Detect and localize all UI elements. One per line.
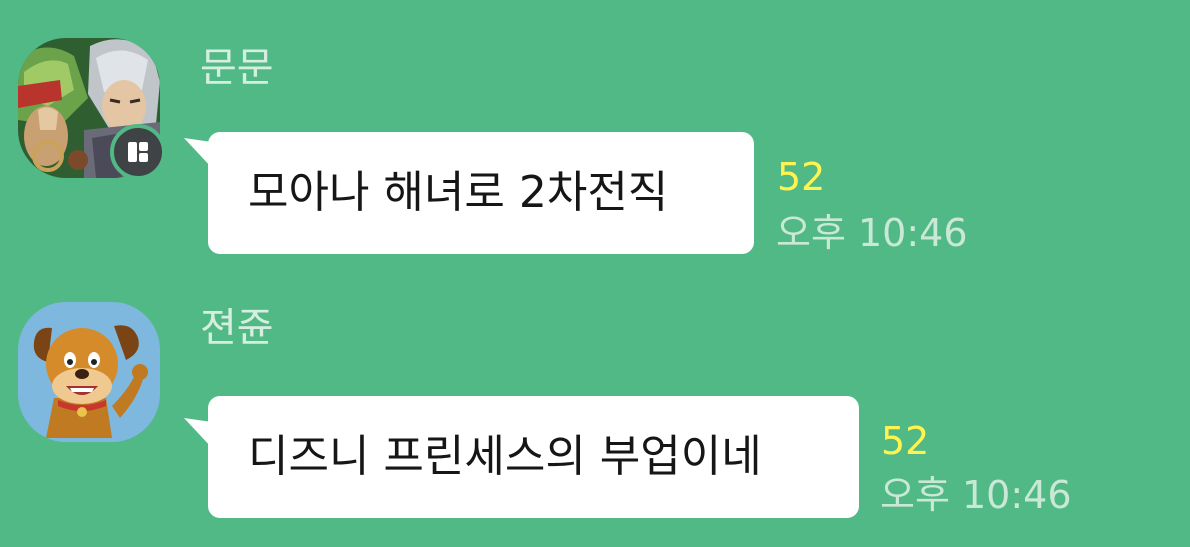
status-badge [110, 124, 166, 180]
status-badge-icon [128, 142, 148, 162]
sender-name: 문문 [200, 45, 274, 91]
message-bubble[interactable]: 모아나 해녀로 2차전직 [208, 132, 754, 254]
dog-character-avatar-icon [18, 302, 160, 442]
message-bubble[interactable]: 디즈니 프린세스의 부업이네 [208, 396, 859, 518]
unread-count: 52 [881, 419, 930, 463]
sender-name: 젼쥰 [200, 305, 274, 351]
message-time: 오후 10:46 [776, 211, 968, 255]
unread-count: 52 [777, 155, 826, 199]
message-time: 오후 10:46 [880, 473, 1072, 517]
chat-message: 문문 모아나 해녀로 2차전직 52 오후 10:46 [0, 0, 1190, 260]
chat-message: 젼쥰 디즈니 프린세스의 부업이네 52 오후 10:46 [0, 262, 1190, 522]
sender-avatar[interactable] [18, 302, 160, 442]
